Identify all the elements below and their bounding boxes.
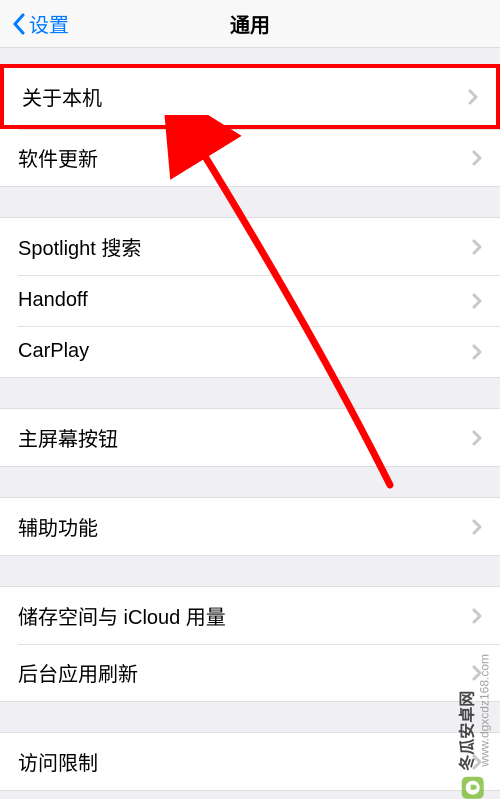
section: 关于本机软件更新 <box>0 64 500 187</box>
settings-row[interactable]: CarPlay <box>0 326 500 378</box>
row-label: 储存空间与 iCloud 用量 <box>18 601 226 630</box>
row-label: 后台应用刷新 <box>18 658 138 687</box>
row-label: 软件更新 <box>18 143 98 172</box>
chevron-right-icon <box>468 89 478 105</box>
settings-row[interactable]: 主屏幕按钮 <box>0 408 500 467</box>
row-label: 主屏幕按钮 <box>18 423 118 452</box>
back-button[interactable]: 设置 <box>12 9 69 38</box>
chevron-right-icon <box>472 430 482 446</box>
content: 关于本机软件更新 Spotlight 搜索 Handoff CarPlay 主屏幕按钮辅… <box>0 48 500 791</box>
settings-row[interactable]: 软件更新 <box>0 129 500 187</box>
chevron-right-icon <box>472 150 482 166</box>
settings-row[interactable]: Handoff <box>0 275 500 326</box>
chevron-right-icon <box>472 608 482 624</box>
settings-row[interactable]: 关于本机 <box>0 64 500 129</box>
row-label: 辅助功能 <box>18 512 98 541</box>
nav-header: 设置 通用 <box>0 0 500 48</box>
settings-row[interactable]: 后台应用刷新 <box>0 644 500 702</box>
row-label: 访问限制 <box>18 747 98 776</box>
chevron-back-icon <box>12 13 25 35</box>
settings-row[interactable]: 访问限制 <box>0 732 500 791</box>
settings-row[interactable]: 辅助功能 <box>0 497 500 556</box>
section: Spotlight 搜索 Handoff CarPlay <box>0 217 500 378</box>
back-label: 设置 <box>29 9 69 38</box>
watermark-url: www.dgxcdz168.com <box>478 654 492 767</box>
section: 储存空间与 iCloud 用量后台应用刷新 <box>0 586 500 702</box>
chevron-right-icon <box>472 239 482 255</box>
settings-row[interactable]: Spotlight 搜索 <box>0 217 500 275</box>
row-label: CarPlay <box>18 340 89 363</box>
row-label: Handoff <box>18 289 88 312</box>
section: 辅助功能 <box>0 497 500 556</box>
page-title: 通用 <box>230 9 270 38</box>
row-label: 关于本机 <box>22 82 102 111</box>
watermark-title: 冬瓜安卓网 <box>460 691 477 771</box>
watermark: 冬瓜安卓网 www.dgxcdz168.com <box>454 654 492 799</box>
chevron-right-icon <box>472 344 482 360</box>
chevron-right-icon <box>472 519 482 535</box>
section: 访问限制 <box>0 732 500 791</box>
row-label: Spotlight 搜索 <box>18 232 141 261</box>
settings-row[interactable]: 储存空间与 iCloud 用量 <box>0 586 500 644</box>
chevron-right-icon <box>472 293 482 309</box>
android-icon <box>462 777 484 799</box>
section: 主屏幕按钮 <box>0 408 500 467</box>
